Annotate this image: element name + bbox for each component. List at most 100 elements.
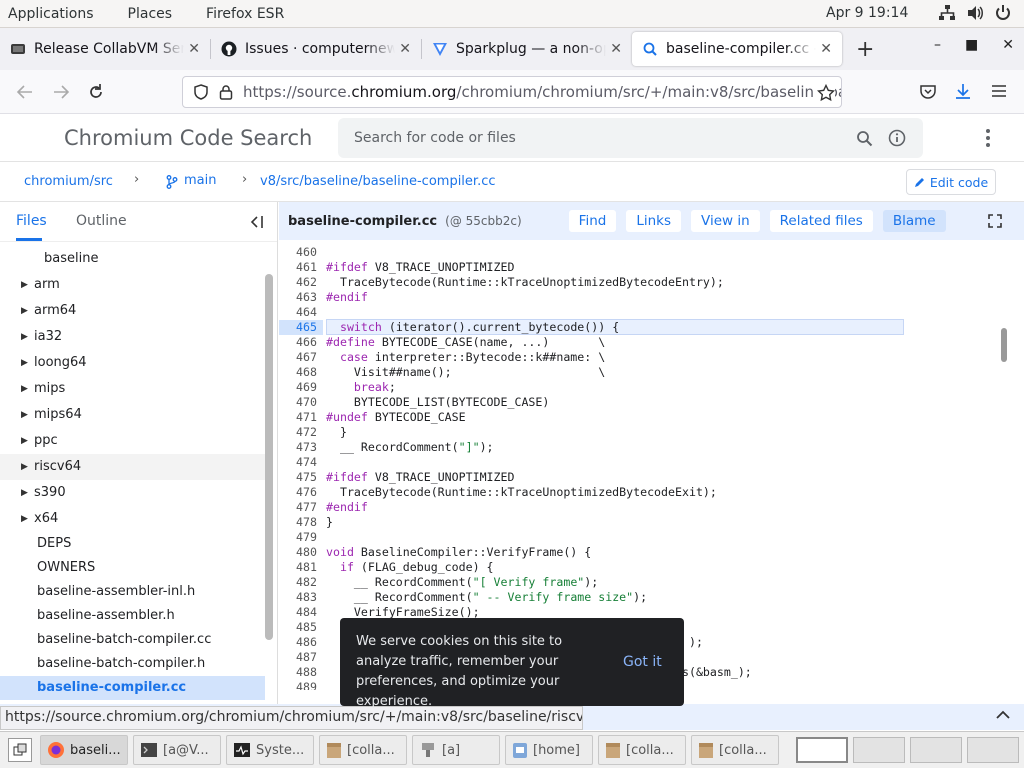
code-line[interactable]: 477 #endif bbox=[279, 500, 997, 515]
code-line[interactable]: 475 #ifdef V8_TRACE_UNOPTIMIZED bbox=[279, 470, 997, 485]
tree-folder[interactable]: ▶ arm64 bbox=[0, 298, 265, 324]
line-number[interactable]: 488 bbox=[279, 665, 317, 680]
search-icon[interactable] bbox=[856, 130, 873, 147]
collapse-panel-icon[interactable] bbox=[248, 214, 264, 230]
find-button[interactable]: Find bbox=[568, 210, 617, 232]
workspace-2[interactable] bbox=[853, 737, 905, 763]
code-line[interactable]: 466 #define BYTECODE_CASE(name, ...) \ bbox=[279, 335, 997, 350]
breadcrumb-repo[interactable]: chromium/src bbox=[24, 174, 113, 189]
maximize-icon[interactable]: ■ bbox=[965, 37, 978, 53]
workspace-1[interactable] bbox=[796, 737, 848, 763]
expand-arrow-icon[interactable]: ▶ bbox=[21, 280, 28, 290]
tree-file[interactable]: baseline-batch-compiler.h bbox=[0, 652, 265, 676]
line-number[interactable]: 486 bbox=[279, 635, 317, 650]
line-number[interactable]: 487 bbox=[279, 650, 317, 665]
workspace-4[interactable] bbox=[967, 737, 1019, 763]
code-line[interactable]: 470 BYTECODE_LIST(BYTECODE_CASE) bbox=[279, 395, 997, 410]
line-number[interactable]: 467 bbox=[279, 350, 317, 365]
code-line[interactable]: 461 #ifdef V8_TRACE_UNOPTIMIZED bbox=[279, 260, 997, 275]
code-scrollbar-thumb[interactable] bbox=[1001, 328, 1007, 362]
close-tab-icon[interactable]: ✕ bbox=[399, 41, 411, 57]
expand-arrow-icon[interactable]: ▶ bbox=[21, 358, 28, 368]
tree-file[interactable]: OWNERS bbox=[0, 556, 265, 580]
tree-folder-current[interactable]: baseline bbox=[0, 246, 265, 272]
taskbar-item[interactable]: [colla... bbox=[598, 735, 686, 765]
related-files-button[interactable]: Related files bbox=[769, 210, 873, 232]
workspace-3[interactable] bbox=[910, 737, 962, 763]
line-number[interactable]: 482 bbox=[279, 575, 317, 590]
code-line[interactable]: 476 TraceBytecode(Runtime::kTraceUnoptim… bbox=[279, 485, 997, 500]
code-line[interactable]: 479 bbox=[279, 530, 997, 545]
fullscreen-icon[interactable] bbox=[988, 214, 1002, 228]
site-title[interactable]: Chromium Code Search bbox=[64, 126, 312, 150]
taskbar-item[interactable]: [colla... bbox=[691, 735, 779, 765]
code-line[interactable]: 472 } bbox=[279, 425, 997, 440]
expand-arrow-icon[interactable]: ▶ bbox=[21, 436, 28, 446]
expand-arrow-icon[interactable]: ▶ bbox=[21, 462, 28, 472]
code-line[interactable]: 478} bbox=[279, 515, 997, 530]
taskbar-item[interactable]: Syste... bbox=[226, 735, 314, 765]
commit-hash[interactable]: (@ 55cbb2c) bbox=[445, 214, 522, 228]
shield-icon[interactable] bbox=[193, 84, 209, 100]
line-number[interactable]: 473 bbox=[279, 440, 317, 455]
browser-tab[interactable]: Release CollabVM Serv ✕ bbox=[0, 32, 210, 66]
tree-file[interactable]: DEPS bbox=[0, 532, 265, 556]
line-number[interactable]: 472 bbox=[279, 425, 317, 440]
code-line[interactable]: 480 void BaselineCompiler::VerifyFrame() … bbox=[279, 545, 997, 560]
forward-icon[interactable] bbox=[52, 83, 70, 101]
line-number[interactable]: 475 bbox=[279, 470, 317, 485]
line-number[interactable]: 477 bbox=[279, 500, 317, 515]
show-desktop-icon[interactable] bbox=[8, 738, 32, 762]
power-icon[interactable] bbox=[994, 4, 1012, 22]
code-line[interactable]: 464 bbox=[279, 305, 997, 320]
code-line[interactable]: 465 switch (iterator().current_bytecode(… bbox=[279, 320, 997, 335]
code-scrollbar-track[interactable] bbox=[999, 240, 1024, 690]
line-number[interactable]: 471 bbox=[279, 410, 317, 425]
code-line[interactable]: 467 case interpreter::Bytecode::k##name:… bbox=[279, 350, 997, 365]
browser-tab[interactable]: Issues · computernewb ✕ bbox=[211, 32, 421, 66]
line-number[interactable]: 478 bbox=[279, 515, 317, 530]
view-in-button[interactable]: View in bbox=[691, 210, 760, 232]
breadcrumb-path[interactable]: v8/src/baseline/baseline-compiler.cc bbox=[260, 174, 496, 189]
tree-file[interactable]: baseline-compiler.cc bbox=[0, 676, 265, 700]
line-number[interactable]: 469 bbox=[279, 380, 317, 395]
code-line[interactable]: 460 bbox=[279, 245, 997, 260]
tree-folder[interactable]: ▶ mips64 bbox=[0, 402, 265, 428]
line-number[interactable]: 485 bbox=[279, 620, 317, 635]
active-app-name[interactable]: Firefox ESR bbox=[206, 6, 284, 22]
browser-tab[interactable]: Sparkplug — a non-opt ✕ bbox=[422, 32, 632, 66]
tree-folder[interactable]: ▶ riscv64 bbox=[0, 454, 265, 480]
close-window-icon[interactable]: ✕ bbox=[1002, 37, 1014, 53]
line-number[interactable]: 474 bbox=[279, 455, 317, 470]
got-it-button[interactable]: Got it bbox=[623, 652, 662, 672]
tab-files[interactable]: Files bbox=[16, 213, 47, 229]
tree-folder[interactable]: ▶ arm bbox=[0, 272, 265, 298]
info-icon[interactable] bbox=[888, 129, 906, 147]
tree-folder[interactable]: ▶ x64 bbox=[0, 506, 265, 532]
line-number[interactable]: 484 bbox=[279, 605, 317, 620]
code-line[interactable]: 463 #endif bbox=[279, 290, 997, 305]
line-number[interactable]: 465 bbox=[279, 320, 323, 335]
chevron-up-icon[interactable] bbox=[996, 710, 1010, 720]
expand-arrow-icon[interactable]: ▶ bbox=[21, 410, 28, 420]
more-vert-icon[interactable] bbox=[984, 128, 992, 148]
sidebar-scrollbar[interactable] bbox=[265, 274, 273, 640]
tree-folder[interactable]: ▶ mips bbox=[0, 376, 265, 402]
close-tab-icon[interactable]: ✕ bbox=[610, 41, 622, 57]
line-number[interactable]: 466 bbox=[279, 335, 317, 350]
edit-code-button[interactable]: Edit code bbox=[906, 169, 996, 195]
lock-icon[interactable] bbox=[219, 84, 233, 100]
links-button[interactable]: Links bbox=[626, 210, 682, 232]
code-line[interactable]: 462 TraceBytecode(Runtime::kTraceUnoptim… bbox=[279, 275, 997, 290]
close-tab-icon[interactable]: ✕ bbox=[188, 41, 200, 57]
line-number[interactable]: 461 bbox=[279, 260, 317, 275]
code-line[interactable]: 481 if (FLAG_debug_code) { bbox=[279, 560, 997, 575]
browser-tab-active[interactable]: baseline-compiler.cc - C ✕ bbox=[632, 32, 842, 66]
search-input[interactable]: Search for code or files bbox=[338, 118, 923, 158]
line-number[interactable]: 479 bbox=[279, 530, 317, 545]
code-line[interactable]: 468 Visit##name(); \ bbox=[279, 365, 997, 380]
volume-icon[interactable] bbox=[966, 4, 984, 22]
line-number[interactable]: 481 bbox=[279, 560, 317, 575]
breadcrumb-branch[interactable]: main bbox=[184, 173, 216, 188]
code-line[interactable]: 471 #undef BYTECODE_CASE bbox=[279, 410, 997, 425]
